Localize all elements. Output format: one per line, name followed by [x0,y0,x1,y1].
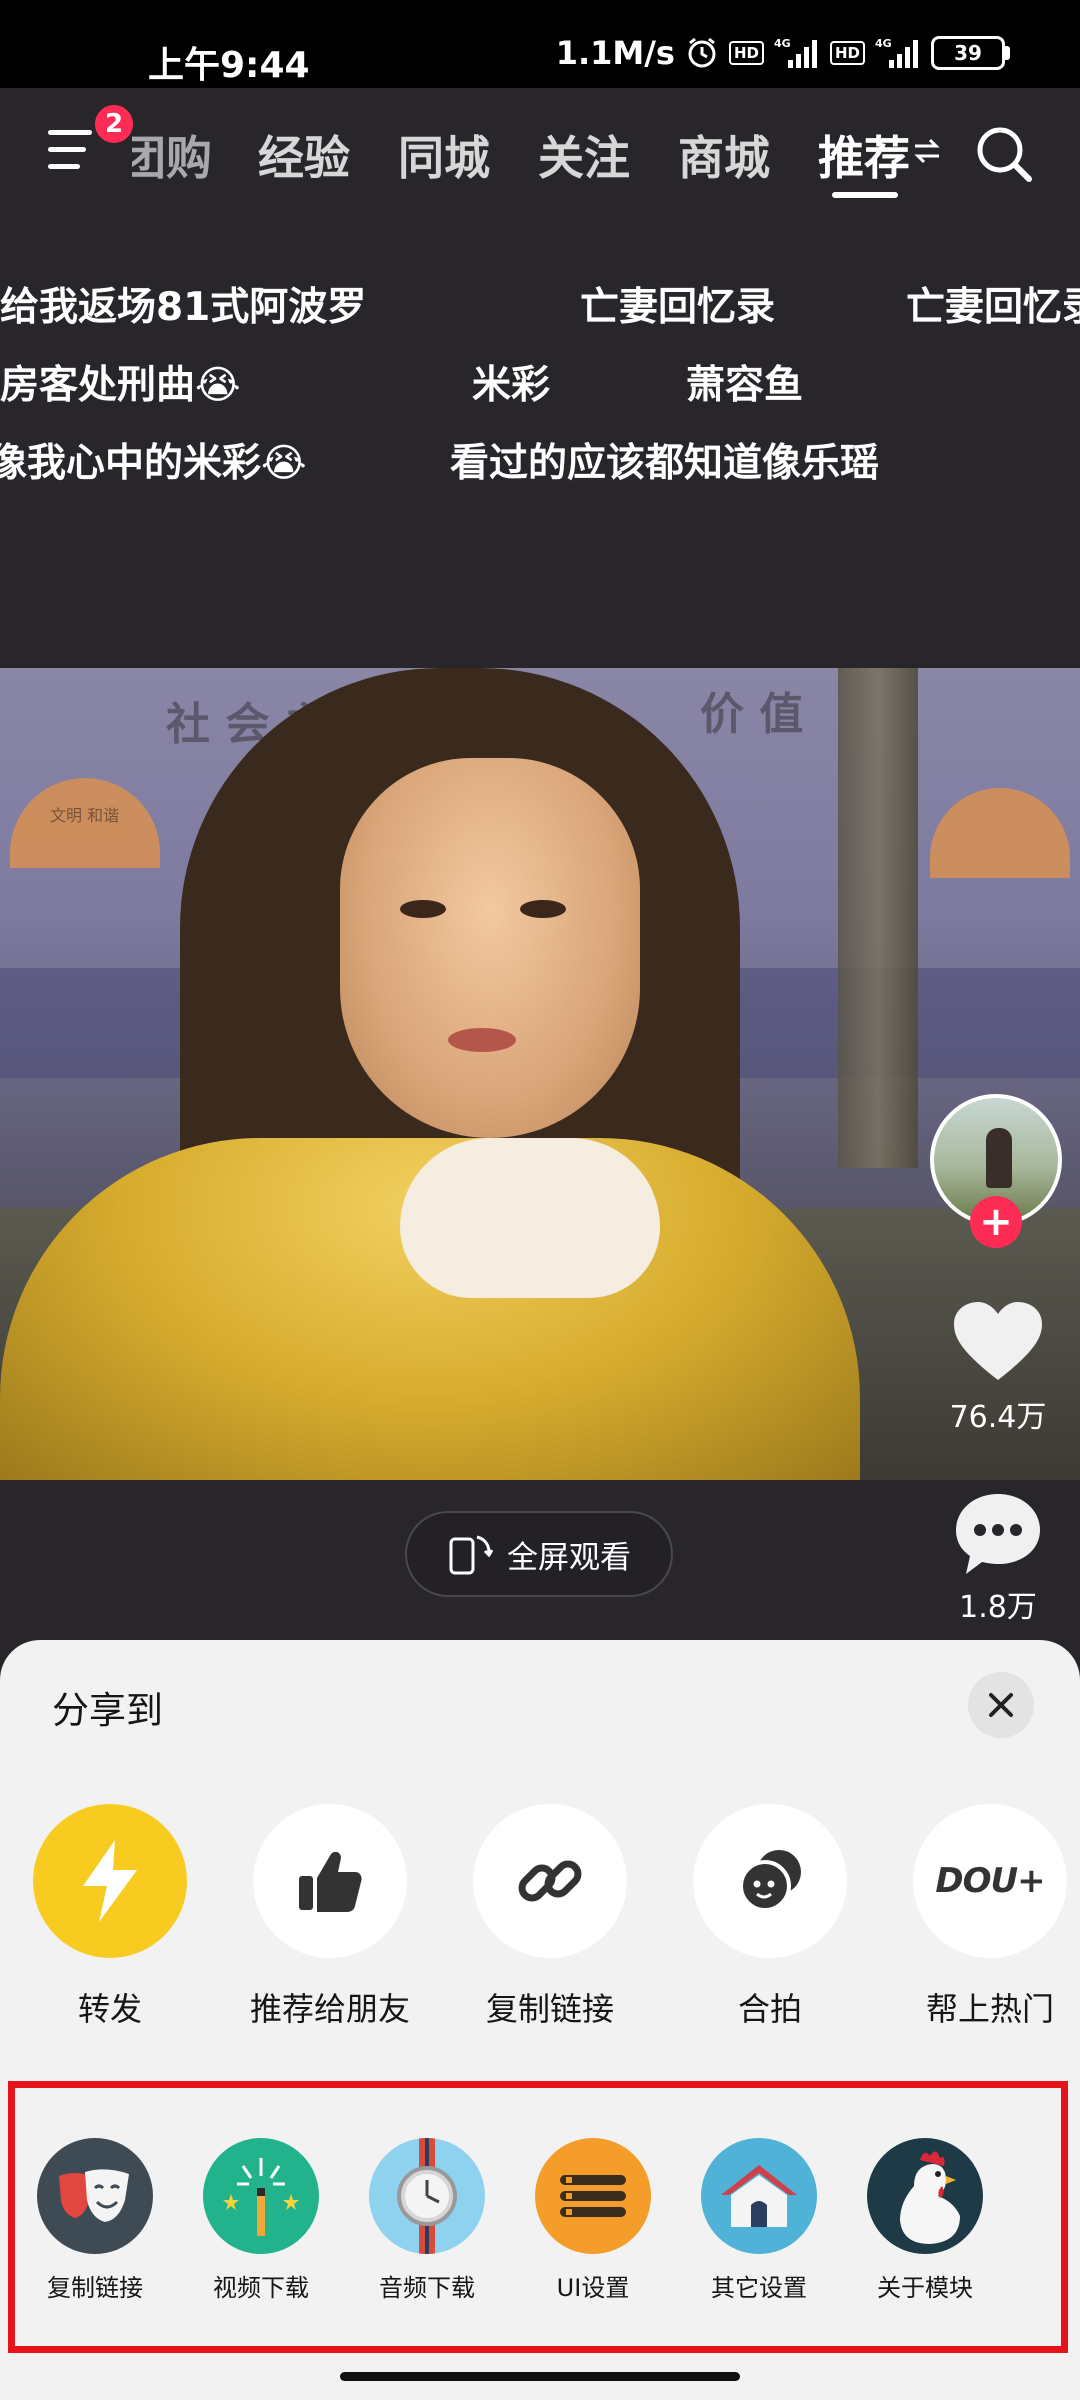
share-repost[interactable]: 转发 [20,1804,200,2030]
close-icon[interactable] [968,1672,1034,1738]
dou-plus-text: DOU+ [935,1861,1045,1901]
magic-wand-icon [203,2138,319,2254]
link-icon [473,1804,627,1958]
danmaku-item: 亡妻回忆录 [906,285,1080,330]
house-icon [701,2138,817,2254]
share-label: 复制链接 [485,1990,614,2028]
plugin-copy-link[interactable]: 复制链接 [20,2138,170,2303]
dou-plus-icon: DOU+ [913,1804,1067,1958]
danmaku-item: 亡妻回忆录 [580,285,776,330]
tab-following[interactable]: 关注 [538,122,630,188]
share-duet[interactable]: 合拍 [680,1804,860,2030]
eye [520,900,566,918]
status-time: 上午9:44 [148,45,310,86]
comment-icon[interactable] [952,1490,1044,1576]
rooster-icon [867,2138,983,2254]
search-icon[interactable] [974,124,1034,184]
danmaku-item: 房客处刑曲😭 [0,363,241,408]
watch-icon [369,2138,485,2254]
status-indicators: 1.1M/s HD 4G HD 4G 39 [556,34,1010,72]
signal-icon-1: 4G [774,36,820,70]
hd-icon: HD [728,41,764,65]
net-type-label: 4G [774,37,791,50]
share-label: 帮上热门 [925,1990,1054,2028]
share-sheet-title: 分享到 [52,1689,163,1732]
share-label: 推荐给朋友 [249,1990,410,2028]
switch-icon[interactable] [912,136,942,166]
notification-badge: 2 [92,102,136,146]
danmaku-item: 萧容鱼 [686,363,804,408]
hd-icon-2: HD [829,41,865,65]
battery-icon: 39 [931,36,1010,70]
plugin-about-module[interactable]: 关于模块 [850,2138,1000,2303]
tab-experience[interactable]: 经验 [258,122,350,188]
home-indicator[interactable] [340,2372,740,2381]
share-recommend-friend[interactable]: 推荐给朋友 [240,1804,420,2030]
plugin-other-settings[interactable]: 其它设置 [684,2138,834,2303]
top-nav: 2 团购 经验 同城 关注 商城 推荐 [0,88,1080,216]
share-dou-plus[interactable]: DOU+ 帮上热门 [900,1804,1080,2030]
thumbs-up-icon [253,1804,407,1958]
net-type-label-2: 4G [875,37,892,50]
net-speed: 1.1M/s [555,34,675,72]
menu-icon[interactable] [48,128,100,172]
sliders-icon [535,2138,651,2254]
plugin-label: 其它设置 [711,2274,807,2302]
duet-icon [693,1804,847,1958]
eye [400,900,446,918]
plugin-ui-settings[interactable]: UI设置 [518,2138,668,2303]
share-label: 转发 [77,1990,142,2028]
danmaku-item: 给我返场81式阿波罗 [0,285,367,330]
fullscreen-label: 全屏观看 [507,1539,631,1576]
plugin-label: 关于模块 [877,2274,973,2302]
danmaku-item: 看过的应该都知道像乐瑶 [450,441,880,486]
battery-level: 39 [931,36,1005,70]
danmaku-item: 像我心中的米彩😭 [0,441,307,486]
wall-fan: 文明 和谐 [10,778,160,868]
lightning-icon [33,1804,187,1958]
heart-icon[interactable] [952,1300,1044,1384]
rotate-screen-icon [449,1535,493,1575]
plugin-label: UI设置 [556,2274,630,2302]
theater-mask-icon [37,2138,153,2254]
signal-icon-2: 4G [875,36,921,70]
face [340,758,640,1138]
wall-lettering-2: 价 值 [700,689,804,740]
status-bar: 上午9:44 1.1M/s HD 4G HD 4G 39 [0,0,1080,88]
tree-trunk [838,668,918,1168]
plugin-label: 复制链接 [47,2274,143,2302]
plugin-audio-download[interactable]: 音频下载 [352,2138,502,2303]
plugin-video-download[interactable]: 视频下载 [186,2138,336,2303]
danmaku-layer: 给我返场81式阿波罗 亡妻回忆录 亡妻回忆录 房客处刑曲😭 米彩 萧容鱼 像我心… [0,216,1080,668]
video-player[interactable]: 社 会 主 价 值 文明 和谐 [0,668,1080,1480]
plugin-label: 视频下载 [213,2274,309,2302]
tab-local[interactable]: 同城 [398,122,490,188]
plugin-label: 音频下载 [379,2274,475,2302]
tab-group-buy[interactable]: 团购 [132,122,212,188]
lips [448,1028,516,1052]
tab-recommend[interactable]: 推荐 [818,122,910,188]
share-label: 合拍 [737,1990,802,2028]
jacket-collar [400,1138,660,1298]
fan-text: 文明 和谐 [50,806,120,825]
fullscreen-button[interactable]: 全屏观看 [405,1511,673,1597]
wall-fan [930,788,1070,878]
follow-plus-icon[interactable]: + [970,1196,1022,1248]
alarm-icon [685,36,719,70]
tab-mall[interactable]: 商城 [678,122,770,188]
active-tab-indicator [832,192,898,198]
share-copy-link[interactable]: 复制链接 [460,1804,640,2030]
comment-count: 1.8万 [959,1590,1037,1625]
danmaku-item: 米彩 [472,363,551,408]
like-count: 76.4万 [949,1400,1047,1435]
